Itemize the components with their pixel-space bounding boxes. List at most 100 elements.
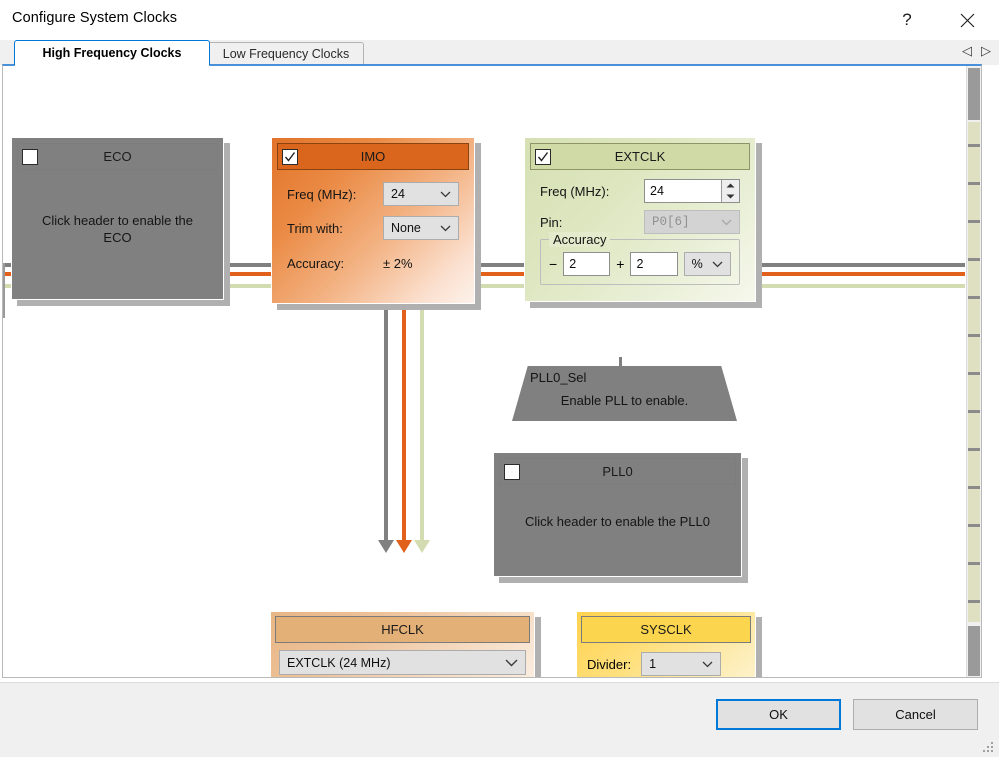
canvas-vertical-scrollbar[interactable] xyxy=(966,66,981,677)
extclk-header[interactable]: EXTCLK xyxy=(530,143,750,170)
imo-freq-combo[interactable]: 24 xyxy=(383,182,459,206)
scrollbar-track[interactable] xyxy=(968,122,980,622)
extclk-block[interactable]: EXTCLK Freq (MHz): 24 Pin: P0[6] Accurac… xyxy=(524,137,762,308)
eco-header[interactable]: ECO xyxy=(17,143,218,170)
sysclk-block[interactable]: SYSCLK Divider: 1 24 MHz ±2% xyxy=(576,611,762,677)
imo-freq-row: Freq (MHz): 24 xyxy=(287,182,459,206)
hfclk-header: HFCLK xyxy=(275,616,530,643)
eco-block[interactable]: ECO Click header to enable the ECO xyxy=(11,137,230,306)
sysclk-divider-combo[interactable]: 1 xyxy=(641,652,722,676)
sysclk-divider-row: Divider: 1 xyxy=(587,652,745,676)
arrow-green-into-hfclk xyxy=(414,540,430,553)
tab-scroll-left-icon[interactable]: ◁ xyxy=(962,44,972,57)
imo-freq-value: 24 xyxy=(391,187,405,201)
title-bar: Configure System Clocks ? xyxy=(0,0,999,40)
extclk-freq-spinner[interactable]: 24 xyxy=(644,179,740,203)
hfclk-block-body: HFCLK EXTCLK (24 MHz) Divider: 1 xyxy=(270,611,535,677)
hfclk-source-value: EXTCLK (24 MHz) xyxy=(287,655,391,670)
sysclk-block-body: SYSCLK Divider: 1 24 MHz ±2% xyxy=(576,611,756,677)
extclk-pin-value: P0[6] xyxy=(652,215,690,229)
imo-enable-checkbox[interactable] xyxy=(282,148,298,165)
close-button[interactable] xyxy=(944,0,990,40)
imo-trim-row: Trim with: None xyxy=(287,216,459,240)
scrollbar-thumb-top[interactable] xyxy=(968,68,980,120)
chevron-down-icon xyxy=(440,187,451,201)
tab-scroll-arrows: ◁ ▷ xyxy=(962,44,991,57)
wire-left-edge xyxy=(3,263,5,318)
tab-high-frequency-clocks[interactable]: High Frequency Clocks xyxy=(14,40,210,66)
pll0-title: PLL0 xyxy=(602,464,633,479)
pll0-sel-mux[interactable]: PLL0_Sel Enable PLL to enable. xyxy=(512,366,737,421)
extclk-accuracy-units-combo[interactable]: % xyxy=(683,252,732,276)
imo-trim-value: None xyxy=(391,221,421,235)
chevron-down-icon xyxy=(702,657,713,671)
extclk-content: Freq (MHz): 24 Pin: P0[6] Accuracy − 2 +… xyxy=(530,170,750,291)
resize-grip-icon[interactable] xyxy=(983,742,995,754)
eco-title: ECO xyxy=(103,149,132,164)
hfclk-content: EXTCLK (24 MHz) Divider: 1 xyxy=(275,643,530,677)
eco-enable-checkbox[interactable] xyxy=(22,148,38,165)
sysclk-divider-value: 1 xyxy=(649,657,657,671)
pll0-enable-checkbox[interactable] xyxy=(504,463,520,480)
extclk-freq-spin-buttons[interactable] xyxy=(721,180,739,202)
hfclk-source-combo[interactable]: EXTCLK (24 MHz) xyxy=(279,650,526,675)
tab-label: Low Frequency Clocks xyxy=(222,47,350,61)
hfclk-title: HFCLK xyxy=(381,622,424,637)
imo-block[interactable]: IMO Freq (MHz): 24 Trim with: None Accur… xyxy=(271,137,481,310)
tab-label: High Frequency Clocks xyxy=(42,46,182,60)
eco-content: Click header to enable the ECO xyxy=(17,170,218,252)
scrollbar-thumb-bottom[interactable] xyxy=(968,626,980,676)
sysclk-title: SYSCLK xyxy=(640,622,692,637)
question-mark-icon: ? xyxy=(902,10,912,29)
spin-down-icon[interactable] xyxy=(722,191,739,202)
extclk-block-body: EXTCLK Freq (MHz): 24 Pin: P0[6] Accurac… xyxy=(524,137,756,302)
extclk-pin-label: Pin: xyxy=(540,214,563,230)
wire-orange-to-hfclk xyxy=(402,272,406,544)
imo-block-body: IMO Freq (MHz): 24 Trim with: None Accur… xyxy=(271,137,475,304)
chevron-down-icon xyxy=(721,215,732,229)
imo-header[interactable]: IMO xyxy=(277,143,469,170)
extclk-freq-row: Freq (MHz): 24 xyxy=(540,179,740,203)
plus-sign-label: + xyxy=(616,256,625,272)
extclk-accuracy-minus-input[interactable]: 2 xyxy=(563,252,611,276)
tab-scroll-right-icon[interactable]: ▷ xyxy=(981,44,991,57)
cancel-button-label: Cancel xyxy=(895,707,936,722)
extclk-accuracy-units-value: % xyxy=(691,257,703,271)
imo-freq-label: Freq (MHz): xyxy=(287,186,357,202)
extclk-enable-checkbox[interactable] xyxy=(535,148,551,165)
ok-button[interactable]: OK xyxy=(716,699,841,730)
clock-diagram-canvas: ECO Click header to enable the ECO IMO F… xyxy=(2,64,982,678)
pll0-content: Click header to enable the PLL0 xyxy=(499,485,736,536)
tab-low-frequency-clocks[interactable]: Low Frequency Clocks xyxy=(208,42,364,65)
imo-accuracy-label: Accuracy: xyxy=(287,256,345,271)
imo-content: Freq (MHz): 24 Trim with: None Accuracy:… xyxy=(277,170,469,277)
spin-up-icon[interactable] xyxy=(722,180,739,191)
pll0-note: Click header to enable the PLL0 xyxy=(524,514,710,529)
pll0-block-body: PLL0 Click header to enable the PLL0 xyxy=(493,452,742,577)
chevron-down-icon xyxy=(440,221,451,235)
extclk-accuracy-group-label: Accuracy xyxy=(549,232,611,247)
sysclk-header: SYSCLK xyxy=(581,616,751,643)
configure-system-clocks-dialog: Configure System Clocks ? High Frequency… xyxy=(0,0,999,757)
imo-title: IMO xyxy=(360,149,386,164)
pll0-header[interactable]: PLL0 xyxy=(499,458,736,485)
eco-block-body: ECO Click header to enable the ECO xyxy=(11,137,224,300)
extclk-accuracy-group: Accuracy − 2 + 2 % xyxy=(540,232,740,285)
extclk-freq-value: 24 xyxy=(650,184,664,198)
extclk-title: EXTCLK xyxy=(614,149,666,164)
close-icon xyxy=(960,13,974,27)
pll0-sel-note: Enable PLL to enable. xyxy=(560,393,689,408)
extclk-freq-label: Freq (MHz): xyxy=(540,183,610,199)
extclk-pin-row: Pin: P0[6] xyxy=(540,210,740,234)
sysclk-content: Divider: 1 24 MHz ±2% xyxy=(581,643,751,677)
ok-button-label: OK xyxy=(769,707,788,722)
extclk-accuracy-minus-value: 2 xyxy=(569,257,577,271)
arrow-orange-into-hfclk xyxy=(396,540,412,553)
extclk-accuracy-plus-input[interactable]: 2 xyxy=(630,252,678,276)
cancel-button[interactable]: Cancel xyxy=(853,699,978,730)
pll0-block[interactable]: PLL0 Click header to enable the PLL0 xyxy=(493,452,748,583)
checkmark-icon xyxy=(537,151,549,162)
help-button[interactable]: ? xyxy=(884,0,930,40)
imo-trim-combo[interactable]: None xyxy=(383,216,459,240)
hfclk-block[interactable]: HFCLK EXTCLK (24 MHz) Divider: 1 xyxy=(270,611,541,677)
